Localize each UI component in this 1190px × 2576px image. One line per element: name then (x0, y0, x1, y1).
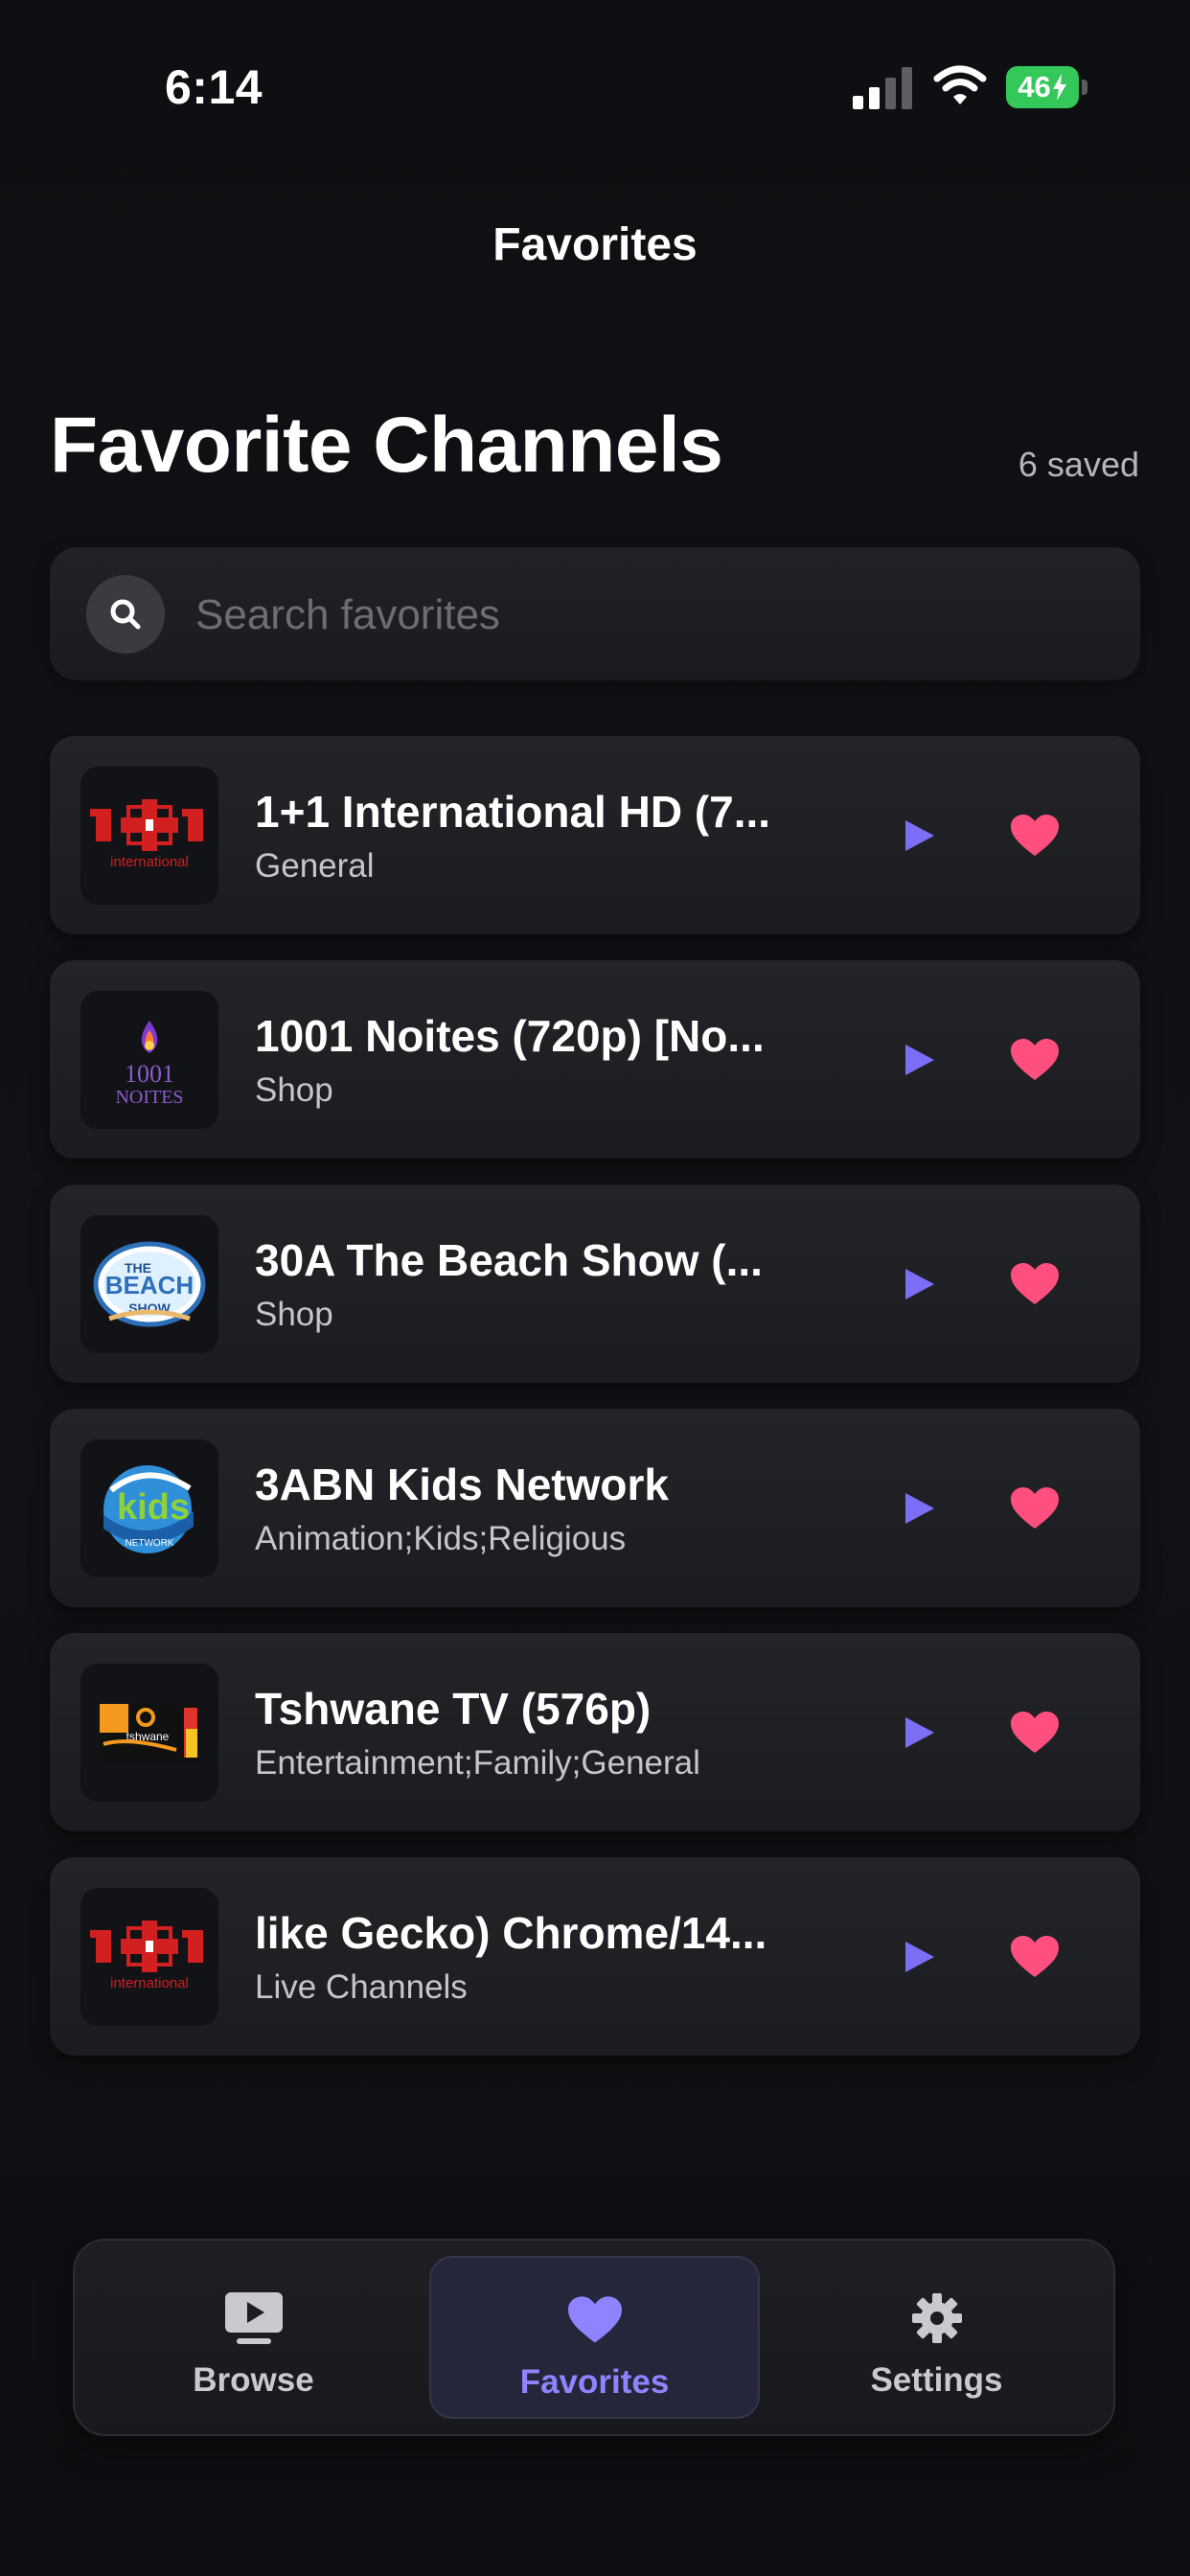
channel-category: Live Channels (255, 1968, 468, 2006)
heart-icon (1011, 1263, 1059, 1304)
favorite-button[interactable] (1008, 1708, 1062, 1758)
heart-icon (431, 2290, 758, 2350)
play-icon (905, 1493, 934, 1524)
tab-label: Settings (870, 2361, 1003, 2399)
channel-logo: tshwane (80, 1664, 218, 1802)
svg-text:BEACH: BEACH (105, 1271, 194, 1300)
svg-text:international: international (110, 1975, 189, 1991)
play-icon (905, 1717, 934, 1748)
tab-label: Favorites (519, 2363, 670, 2401)
play-button[interactable] (895, 1259, 945, 1309)
channel-logo: kids NETWORK (80, 1439, 218, 1577)
saved-count: 6 saved (1018, 445, 1139, 484)
one-plus-one-logo: international (90, 1920, 203, 1991)
heart-icon (1011, 1487, 1059, 1529)
heart-icon (1011, 815, 1059, 856)
play-button[interactable] (895, 811, 945, 861)
1001-noites-logo: 1001 NOITES (115, 1021, 184, 1108)
play-button[interactable] (895, 1708, 945, 1758)
tab-label: Browse (193, 2361, 314, 2399)
charging-bolt-icon (1052, 74, 1066, 101)
favorite-button[interactable] (1008, 1035, 1062, 1085)
channel-name: 1+1 International HD (7... (255, 787, 771, 837)
tshwane-tv-logo: tshwane (100, 1704, 199, 1761)
favorite-button[interactable] (1008, 811, 1062, 861)
battery-level: 46 (1006, 66, 1079, 108)
channel-category: Shop (255, 1296, 333, 1333)
channel-name: 3ABN Kids Network (255, 1460, 669, 1509)
tab-favorites[interactable]: Favorites (429, 2256, 760, 2419)
svg-text:1001: 1001 (125, 1060, 174, 1088)
play-icon (905, 1045, 934, 1075)
battery-indicator: 46 (1006, 66, 1088, 108)
search-bar[interactable] (50, 547, 1140, 682)
heart-icon (1011, 1039, 1059, 1080)
battery-cap (1082, 80, 1087, 95)
3abn-kids-logo: kids NETWORK (103, 1465, 194, 1553)
channel-category: General (255, 847, 375, 885)
favorite-button[interactable] (1008, 1484, 1062, 1533)
search-input[interactable] (194, 547, 1108, 682)
channel-logo: international (80, 1888, 218, 2026)
play-button[interactable] (895, 1932, 945, 1982)
channel-category: Shop (255, 1071, 333, 1109)
heart-icon (1011, 1712, 1059, 1753)
channel-name: 30A The Beach Show (... (255, 1235, 763, 1285)
status-time: 6:14 (165, 60, 263, 114)
channel-logo: THE BEACH SHOW (80, 1215, 218, 1353)
heart-icon (1011, 1936, 1059, 1977)
channel-card[interactable]: kids NETWORK 3ABN Kids Network Animation… (50, 1409, 1140, 1607)
channel-card[interactable]: international 1+1 International HD (7...… (50, 736, 1140, 934)
channel-logo: international (80, 767, 218, 905)
battery-percent: 46 (1018, 70, 1051, 104)
one-plus-one-logo: international (90, 799, 203, 870)
page-title: Favorite Channels (50, 402, 723, 489)
channel-card[interactable]: international like Gecko) Chrome/14... L… (50, 1857, 1140, 2056)
channel-name: Tshwane TV (576p) (255, 1684, 652, 1734)
play-button[interactable] (895, 1484, 945, 1533)
channel-card[interactable]: tshwane Tshwane TV (576p) Entertainment;… (50, 1633, 1140, 1831)
tab-settings[interactable]: Settings (771, 2256, 1102, 2419)
beach-show-logo: THE BEACH SHOW (93, 1241, 206, 1327)
channel-card[interactable]: 1001 NOITES 1001 Noites (720p) [No... Sh… (50, 960, 1140, 1159)
tv-play-icon (88, 2288, 419, 2348)
wifi-icon (933, 65, 987, 104)
svg-text:NETWORK: NETWORK (125, 1538, 173, 1549)
favorite-button[interactable] (1008, 1259, 1062, 1309)
tab-bar: Browse Favorites Settings (73, 2239, 1115, 2436)
gear-icon (771, 2288, 1102, 2348)
tab-browse[interactable]: Browse (88, 2256, 419, 2419)
channel-category: Animation;Kids;Religious (255, 1520, 627, 1557)
channel-name: 1001 Noites (720p) [No... (255, 1011, 765, 1061)
play-button[interactable] (895, 1035, 945, 1085)
svg-text:kids: kids (117, 1487, 190, 1528)
favorite-button[interactable] (1008, 1932, 1062, 1982)
play-icon (905, 1942, 934, 1972)
search-icon (86, 575, 165, 654)
cellular-signal-icon (853, 67, 912, 109)
channel-name: like Gecko) Chrome/14... (255, 1908, 767, 1958)
play-icon (905, 820, 934, 851)
channel-category: Entertainment;Family;General (255, 1744, 700, 1782)
channel-card[interactable]: THE BEACH SHOW 30A The Beach Show (... S… (50, 1184, 1140, 1383)
status-bar: 6:14 46 (0, 0, 1190, 144)
nav-title: Favorites (492, 219, 698, 270)
play-icon (905, 1269, 934, 1300)
svg-text:NOITES: NOITES (115, 1087, 183, 1108)
svg-text:international: international (110, 854, 189, 870)
channel-logo: 1001 NOITES (80, 991, 218, 1129)
